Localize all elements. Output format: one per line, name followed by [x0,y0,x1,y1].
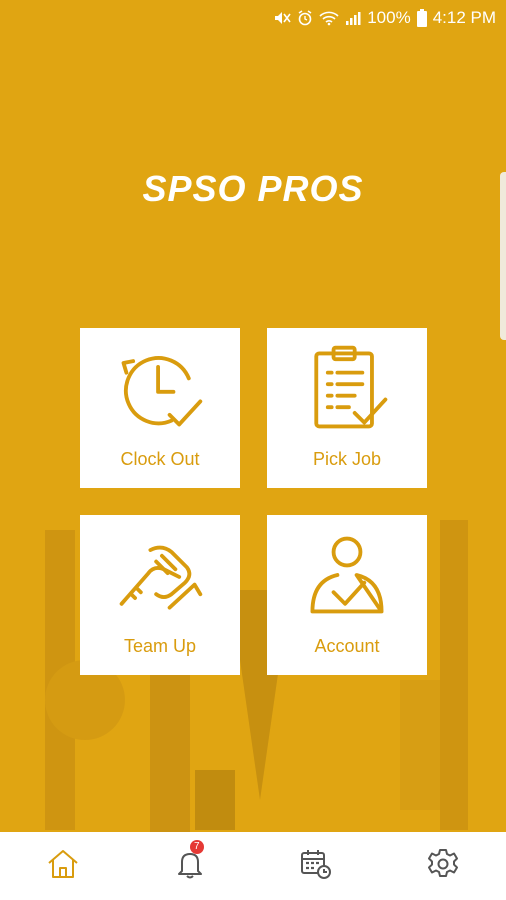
clock-out-icon [112,340,208,441]
mute-icon [273,10,291,26]
home-icon [47,849,79,884]
nav-settings[interactable] [413,836,473,896]
nav-notifications[interactable]: 7 [160,836,220,896]
bottom-nav: 7 [0,832,506,900]
notification-badge: 7 [189,840,204,854]
user-check-icon [299,527,395,628]
calendar-clock-icon [300,848,332,885]
clock-out-tile[interactable]: Clock Out [80,328,240,488]
team-up-tile[interactable]: Team Up [80,515,240,675]
team-up-label: Team Up [123,636,197,656]
tools-background-image [0,500,506,832]
nav-home[interactable] [33,836,93,896]
status-bar: 100% 4:12 PM [0,0,506,36]
pick-job-label: Pick Job [312,449,382,469]
gear-icon [427,848,459,885]
battery-icon [416,9,427,27]
account-tile[interactable]: Account [267,515,427,675]
alarm-icon [297,10,313,26]
clock-out-label: Clock Out [120,449,200,469]
battery-percent: 100% [367,8,411,27]
nav-schedule[interactable] [286,836,346,896]
pick-job-tile[interactable]: Pick Job [267,328,427,488]
app-title: SPSO PROS [142,168,364,209]
clipboard-check-icon [299,340,395,441]
wifi-icon [319,10,339,26]
signal-icon [345,10,361,26]
account-label: Account [314,636,380,656]
handshake-icon [112,527,208,628]
clock-time: 4:12 PM [432,8,496,27]
bell-icon [176,849,204,884]
